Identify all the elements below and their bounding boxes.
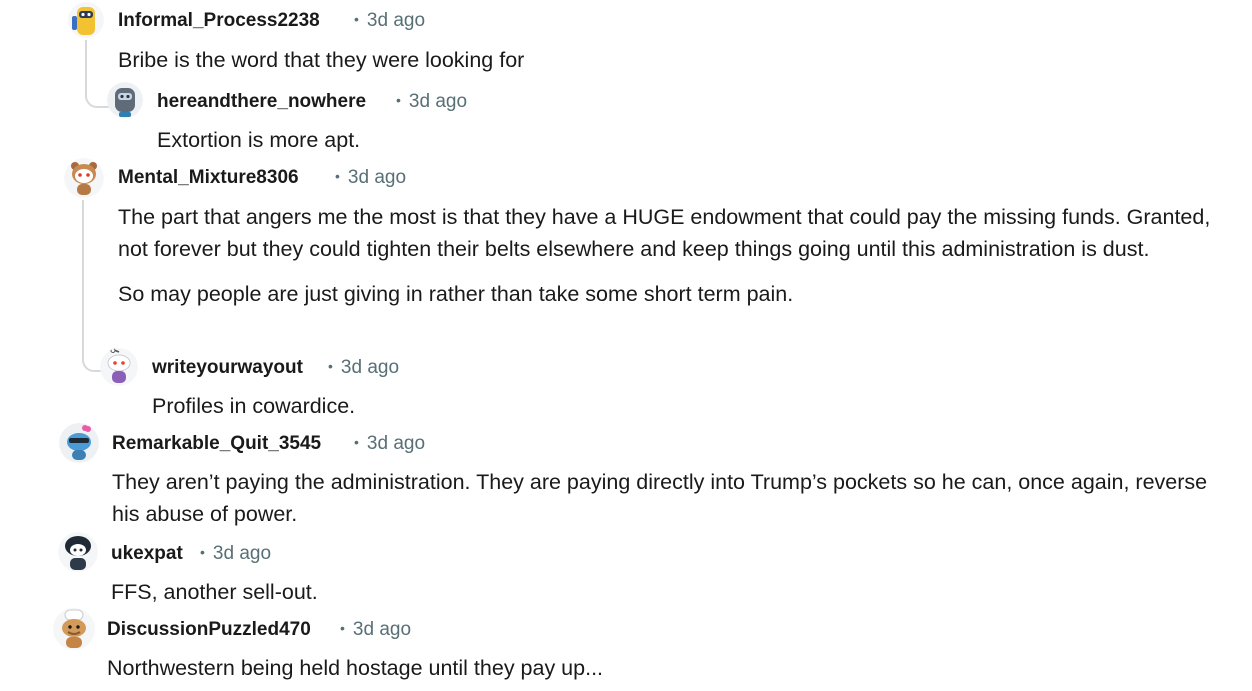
avatar[interactable] (100, 348, 138, 386)
avatar[interactable] (68, 2, 104, 38)
comment-timestamp: • 3d ago (340, 619, 412, 640)
thread-line[interactable] (82, 200, 84, 345)
comment-author[interactable]: writeyourwayout (152, 357, 303, 379)
comment-body: The part that angers me the most is that… (118, 205, 1211, 306)
comment-timestamp: • 3d ago (354, 433, 426, 454)
avatar[interactable] (58, 532, 98, 572)
comment-body: They aren’t paying the administration. T… (112, 470, 1208, 526)
avatar[interactable] (107, 82, 143, 118)
comment-body: FFS, another sell-out. (111, 580, 318, 604)
comment-timestamp: • 3d ago (396, 91, 468, 112)
comment-author[interactable]: hereandthere_nowhere (157, 91, 366, 113)
comment-timestamp: • 3d ago (335, 167, 407, 188)
robot-yellow-avatar-icon (68, 2, 104, 38)
comment-timestamp: • 3d ago (328, 357, 400, 378)
snoo-blue-avatar-icon (59, 423, 99, 463)
thread-line[interactable] (85, 40, 87, 80)
snoo-default-avatar-icon (100, 348, 138, 386)
avatar[interactable] (64, 158, 104, 198)
comment-author[interactable]: Informal_Process2238 (118, 10, 320, 32)
comment-author[interactable]: DiscussionPuzzled470 (107, 619, 311, 641)
comment-author[interactable]: Mental_Mixture8306 (118, 167, 299, 189)
comment-timestamp: • 3d ago (354, 10, 426, 31)
snoo-dark-avatar-icon (58, 532, 98, 572)
avatar[interactable] (53, 608, 95, 650)
snoo-chef-avatar-icon (53, 608, 95, 650)
snoo-brown-avatar-icon (64, 158, 104, 198)
comment-body: Northwestern being held hostage until th… (107, 656, 604, 680)
thread-connector (85, 78, 109, 108)
comment-timestamp: • 3d ago (200, 543, 272, 564)
comment-body: Extortion is more apt. (157, 128, 361, 152)
comment-author[interactable]: Remarkable_Quit_3545 (112, 433, 321, 455)
comment-body: Bribe is the word that they were looking… (118, 48, 525, 72)
comment-body: Profiles in cowardice. (152, 394, 356, 418)
avatar[interactable] (59, 423, 99, 463)
robot-gray-avatar-icon (107, 82, 143, 118)
comment-author[interactable]: ukexpat (111, 543, 183, 565)
